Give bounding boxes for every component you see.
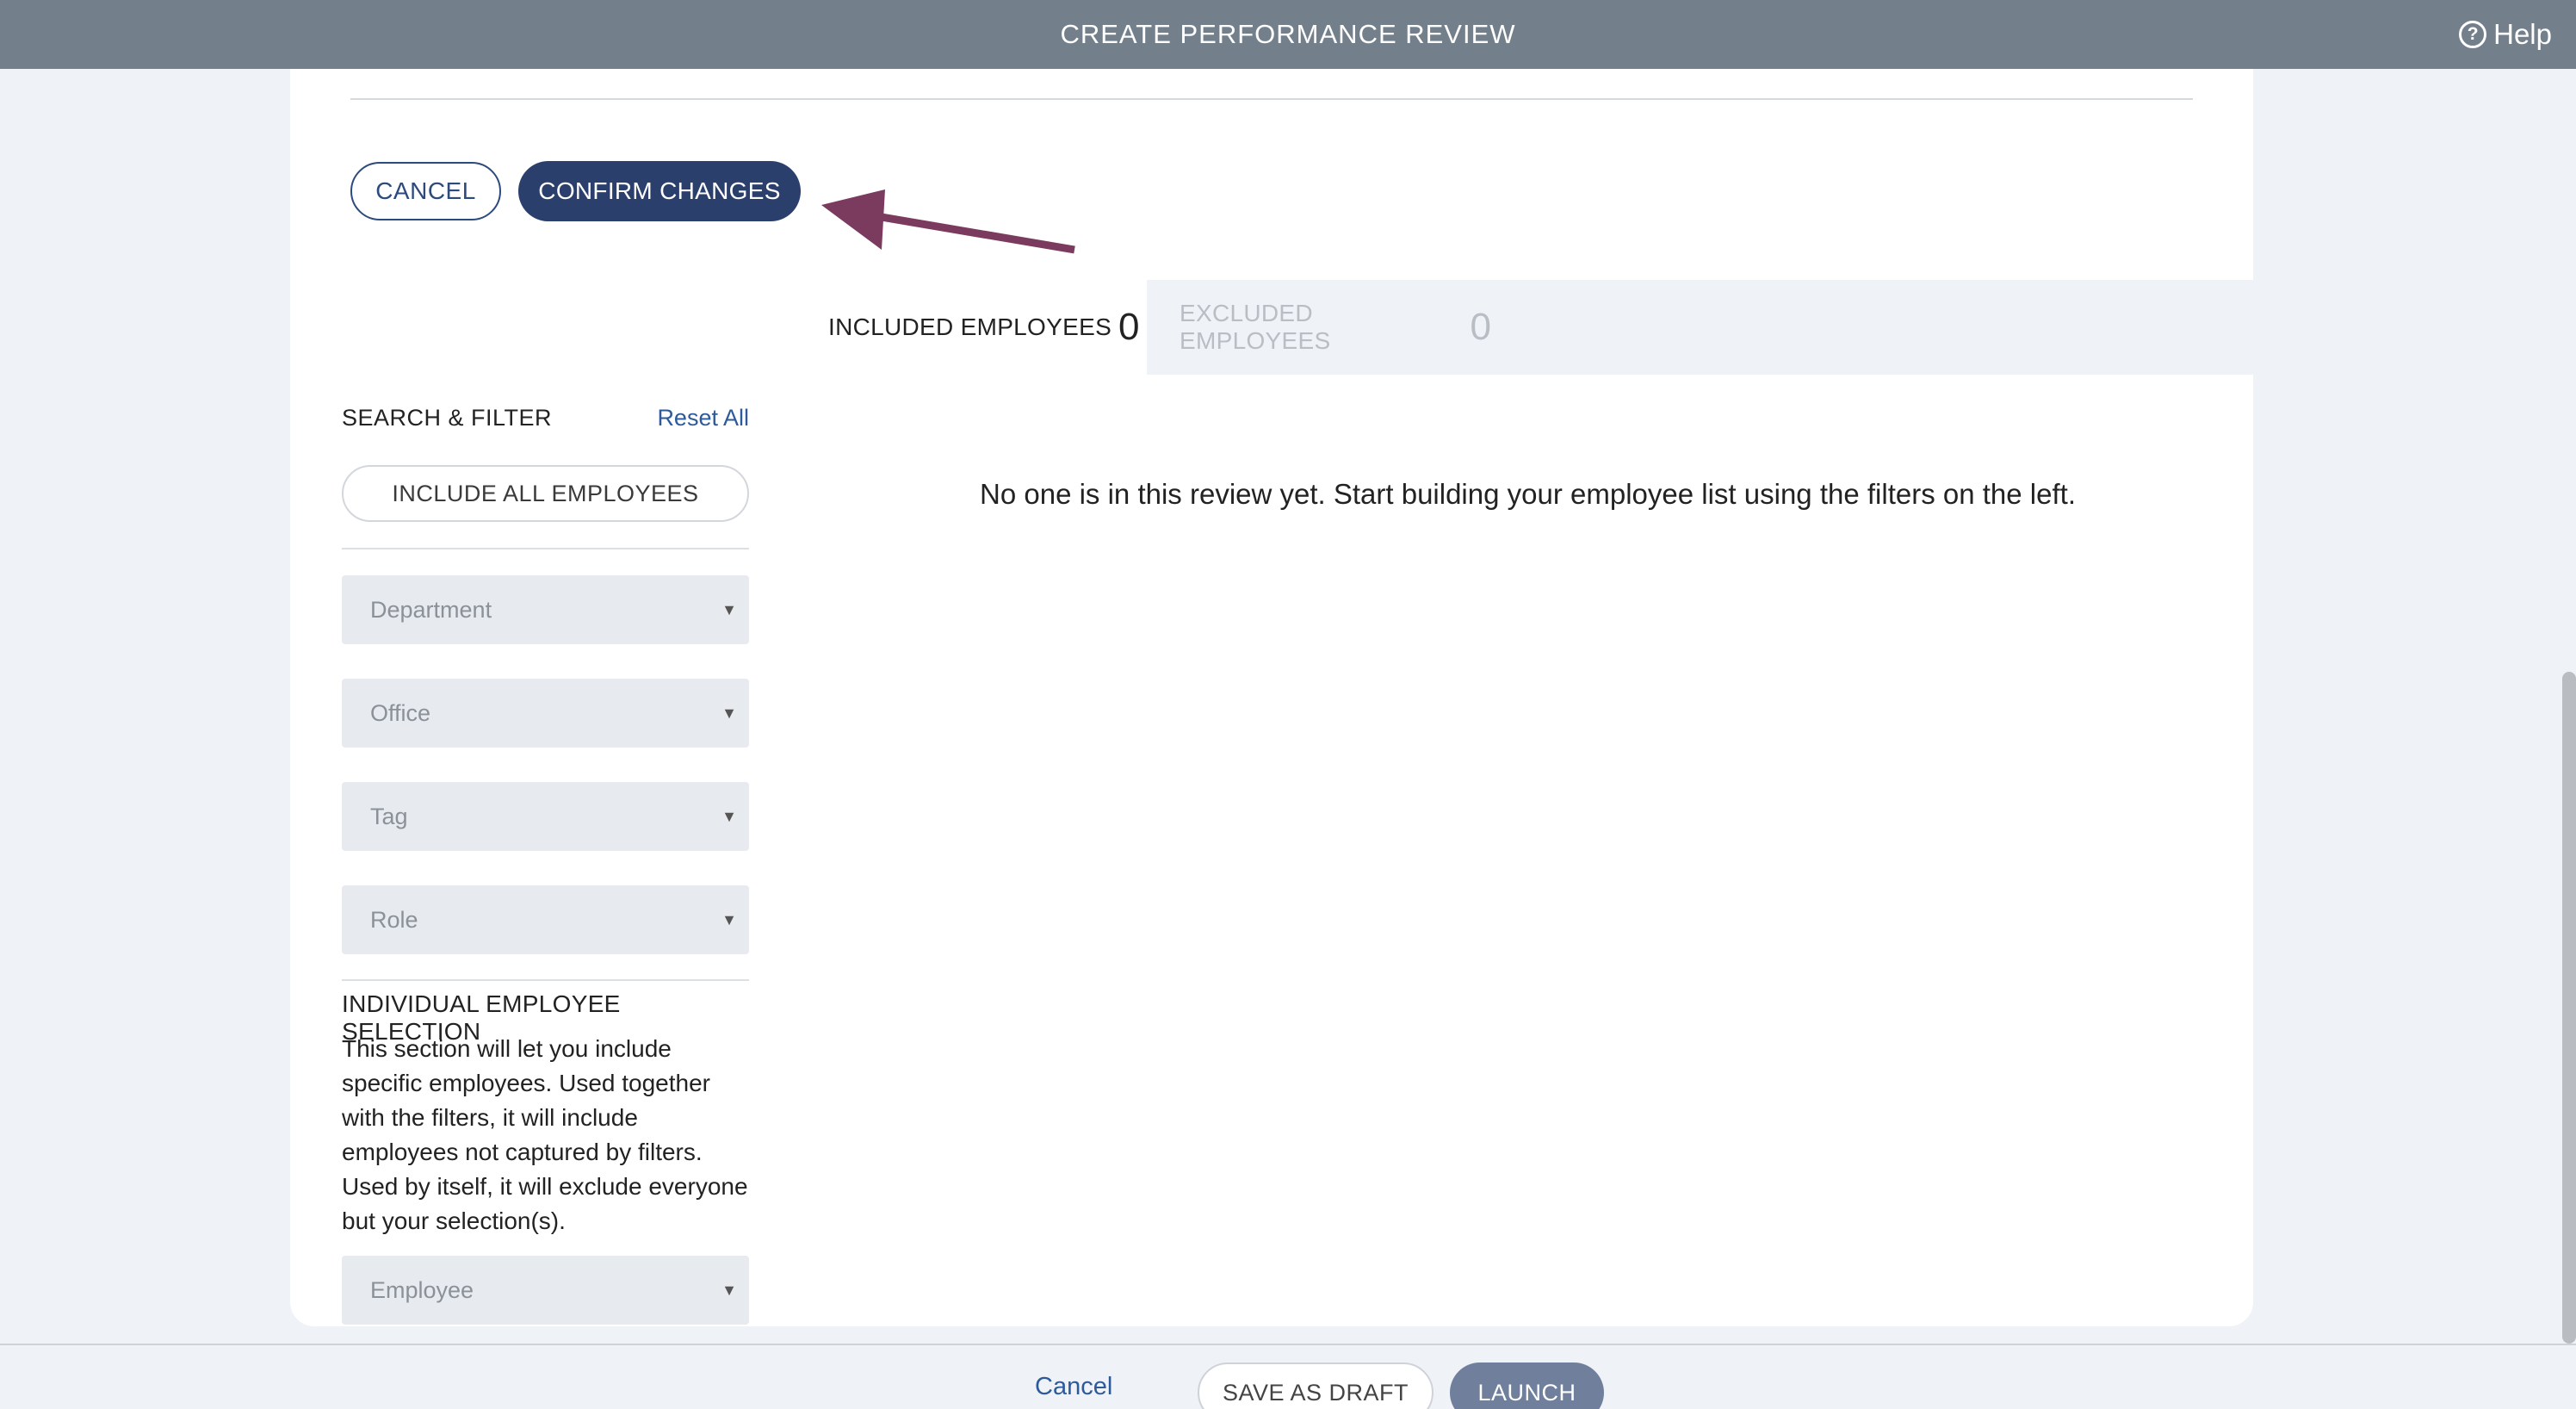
footer-bar: Cancel SAVE AS DRAFT LAUNCH: [0, 1344, 2576, 1409]
cancel-button[interactable]: CANCEL: [350, 162, 501, 220]
tab-excluded-employees[interactable]: EXCLUDED EMPLOYEES 0: [1147, 280, 1491, 375]
help-link[interactable]: ? Help: [2459, 0, 2552, 69]
tab-count: 0: [1118, 306, 1140, 348]
footer-cancel-link[interactable]: Cancel: [1035, 1373, 1112, 1401]
review-card: CANCEL CONFIRM CHANGES SEARCH & FILTER R…: [290, 69, 2253, 1326]
caret-down-icon: ▼: [721, 1282, 737, 1299]
department-select[interactable]: Department ▼: [342, 575, 749, 644]
tab-label: EXCLUDED EMPLOYEES: [1180, 300, 1331, 354]
tab-label: INCLUDED EMPLOYEES: [828, 313, 1112, 340]
office-select[interactable]: Office ▼: [342, 679, 749, 748]
question-circle-icon: ?: [2459, 21, 2487, 48]
top-bar: CREATE PERFORMANCE REVIEW ? Help: [0, 0, 2576, 69]
help-label: Help: [2493, 18, 2552, 50]
divider: [342, 979, 749, 981]
employee-placeholder: Employee: [370, 1277, 474, 1303]
role-select[interactable]: Role ▼: [342, 885, 749, 954]
scrollbar[interactable]: [2562, 672, 2576, 1344]
tag-placeholder: Tag: [370, 804, 408, 829]
individual-selection-description: This section will let you include specif…: [342, 1035, 748, 1234]
page-title: CREATE PERFORMANCE REVIEW: [1060, 19, 1516, 49]
caret-down-icon: ▼: [721, 601, 737, 618]
search-filter-title: SEARCH & FILTER: [342, 405, 553, 431]
tag-select[interactable]: Tag ▼: [342, 782, 749, 851]
caret-down-icon: ▼: [721, 704, 737, 722]
save-as-draft-button[interactable]: SAVE AS DRAFT: [1198, 1362, 1434, 1409]
employee-tabs: INCLUDED EMPLOYEES 0 EXCLUDED EMPLOYEES …: [802, 280, 2253, 375]
include-all-employees-button[interactable]: INCLUDE ALL EMPLOYEES: [342, 465, 749, 522]
empty-state-message: No one is in this review yet. Start buil…: [980, 478, 2076, 510]
caret-down-icon: ▼: [721, 808, 737, 825]
divider: [350, 98, 2193, 100]
employee-select[interactable]: Employee ▼: [342, 1256, 749, 1325]
office-placeholder: Office: [370, 700, 431, 726]
department-placeholder: Department: [370, 597, 492, 623]
caret-down-icon: ▼: [721, 911, 737, 928]
search-filter-header: SEARCH & FILTER Reset All: [342, 405, 749, 439]
role-placeholder: Role: [370, 907, 418, 933]
launch-button[interactable]: LAUNCH: [1450, 1362, 1604, 1409]
reset-all-link[interactable]: Reset All: [657, 405, 749, 431]
tab-included-employees[interactable]: INCLUDED EMPLOYEES 0: [802, 280, 1147, 375]
confirm-changes-button[interactable]: CONFIRM CHANGES: [518, 161, 801, 221]
annotation-arrow-icon: [821, 189, 1075, 254]
divider: [342, 548, 749, 549]
tab-count: 0: [1470, 306, 1491, 348]
